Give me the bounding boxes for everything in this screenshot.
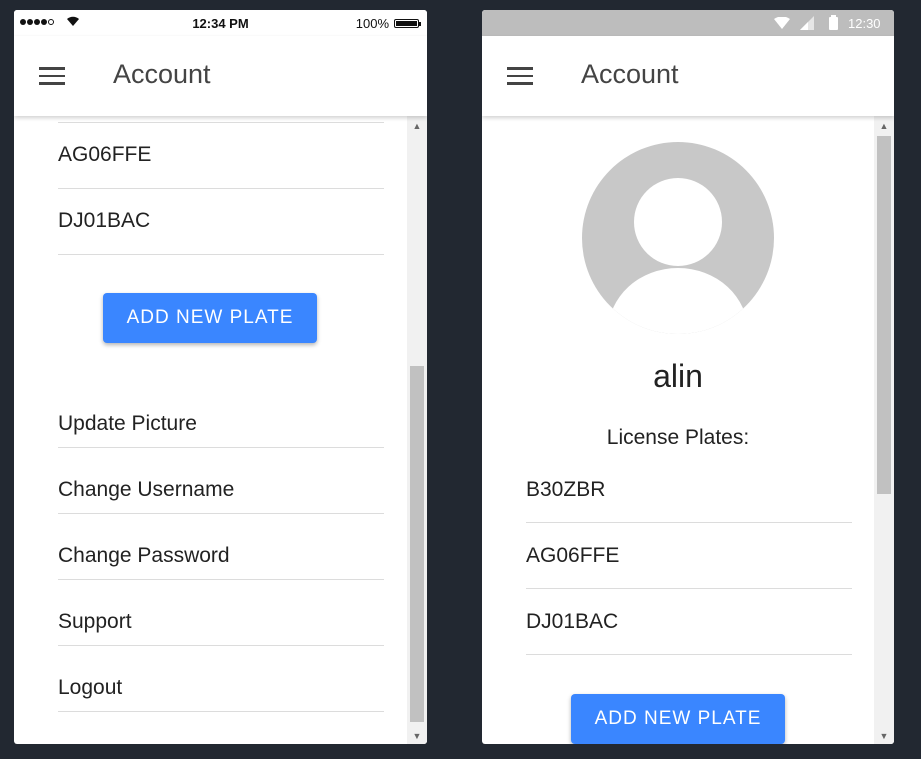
chevron-up-icon[interactable]: ▲ (874, 118, 894, 134)
account-scroll-area[interactable]: alin License Plates: B30ZBR AG06FFE DJ01… (482, 116, 894, 744)
menu-item-support[interactable]: Support (58, 580, 384, 646)
battery-percent: 100% (355, 16, 389, 31)
chevron-down-icon[interactable]: ▼ (407, 728, 427, 744)
scrollbar[interactable]: ▲ ▼ (874, 116, 894, 744)
status-time: 12:30 (848, 16, 881, 31)
menu-item-logout[interactable]: Logout (58, 646, 384, 712)
plate-text: B30ZBR (526, 478, 606, 501)
menu-icon[interactable] (39, 67, 65, 85)
app-bar: Account (14, 36, 427, 116)
plate-item: AG06FFE (58, 123, 384, 189)
battery-icon (394, 19, 421, 28)
menu-item-change-username[interactable]: Change Username (58, 448, 384, 514)
license-plates-label: License Plates: (606, 426, 750, 449)
menu-item-label: Change Password (58, 544, 230, 567)
menu-item-label: Support (58, 610, 132, 633)
battery-icon (829, 15, 838, 30)
menu-item-update-picture[interactable]: Update Picture (58, 382, 384, 448)
plate-text: AG06FFE (526, 544, 620, 567)
plate-text: AG06FFE (58, 143, 152, 166)
add-new-plate-button[interactable]: ADD NEW PLATE (571, 694, 785, 744)
add-new-plate-button[interactable]: ADD NEW PLATE (103, 293, 317, 343)
wifi-icon (774, 17, 790, 29)
menu-item-change-password[interactable]: Change Password (58, 514, 384, 580)
plate-text: DJ01BAC (526, 610, 619, 633)
app-bar: Account (482, 36, 894, 116)
avatar-placeholder-icon (582, 142, 774, 334)
menu-icon[interactable] (507, 67, 533, 85)
scrollbar[interactable]: ▲ ▼ (407, 116, 427, 744)
ios-status-bar: 12:34 PM 100% (14, 10, 427, 36)
plate-text: DJ01BAC (58, 209, 151, 232)
plate-item: B30ZBR (526, 457, 852, 523)
page-title: Account (581, 59, 679, 89)
page-title: Account (113, 59, 211, 89)
menu-item-label: Update Picture (58, 412, 197, 435)
scrollbar-thumb[interactable] (410, 366, 424, 722)
chevron-down-icon[interactable]: ▼ (874, 728, 894, 744)
android-status-bar: 12:30 (482, 10, 894, 36)
plate-item: DJ01BAC (526, 589, 852, 655)
menu-item-label: Change Username (58, 478, 235, 501)
menu-item-label: Logout (58, 676, 123, 699)
plate-item: AG06FFE (526, 523, 852, 589)
signal-icon (800, 16, 814, 30)
android-phone-screen: 12:30 Account alin License Plates: B30ZB… (482, 10, 894, 744)
scrollbar-thumb[interactable] (877, 136, 891, 494)
ios-phone-screen: 12:34 PM 100% Account AG06FFE DJ01BAC AD… (14, 10, 427, 744)
plate-item: DJ01BAC (58, 189, 384, 255)
chevron-up-icon[interactable]: ▲ (407, 118, 427, 134)
username: alin (653, 358, 703, 394)
account-scroll-area[interactable]: AG06FFE DJ01BAC ADD NEW PLATE Update Pic… (14, 116, 427, 744)
